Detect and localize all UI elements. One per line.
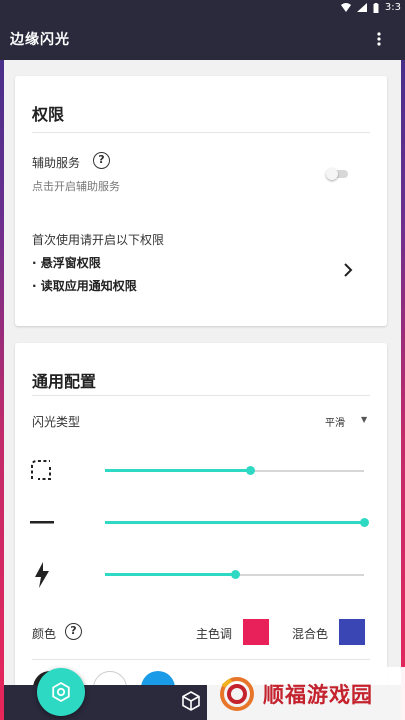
help-icon[interactable]: ? xyxy=(65,623,82,640)
line-width-icon xyxy=(30,521,54,524)
more-vert-icon xyxy=(377,32,381,46)
app-bar: 边缘闪光 xyxy=(0,18,405,60)
divider xyxy=(32,132,370,133)
slider-fill xyxy=(105,573,235,576)
help-icon[interactable]: ? xyxy=(93,152,110,169)
accessibility-service-row[interactable]: 辅助服务 ? 点击开启辅助服务 xyxy=(15,140,387,200)
settings-fab[interactable] xyxy=(37,668,85,716)
flash-speed-slider[interactable] xyxy=(105,567,364,583)
corner-radius-row xyxy=(15,453,387,489)
slider-knob[interactable] xyxy=(360,518,369,527)
more-menu-button[interactable] xyxy=(367,27,391,51)
cube-icon[interactable] xyxy=(182,691,200,711)
first-use-intro: 首次使用请开启以下权限 xyxy=(32,233,165,247)
app-title: 边缘闪光 xyxy=(10,32,70,48)
chevron-right-icon xyxy=(344,263,353,277)
color-label: 颜色 xyxy=(32,627,57,641)
settings-icon xyxy=(52,681,70,703)
accessibility-label: 辅助服务 xyxy=(32,156,81,170)
toggle-thumb xyxy=(326,168,338,180)
permissions-title: 权限 xyxy=(32,105,65,124)
flash-speed-row xyxy=(15,557,387,593)
accessibility-hint: 点击开启辅助服务 xyxy=(32,180,120,193)
clock: 3:3 xyxy=(384,2,401,13)
mix-color-swatch[interactable] xyxy=(339,619,365,645)
color-row: 颜色 ? 主色调 混合色 xyxy=(15,615,387,651)
overlay-permission-item: · 悬浮窗权限 xyxy=(32,256,101,270)
slider-knob[interactable] xyxy=(230,570,240,579)
flash-speed-icon xyxy=(35,562,49,588)
watermark-logo: 顺福游戏园 xyxy=(207,667,405,720)
line-width-row xyxy=(15,505,387,541)
signal-icon xyxy=(356,3,367,12)
notification-permission-item: · 读取应用通知权限 xyxy=(32,279,137,293)
caret-down-icon: ▼ xyxy=(361,415,368,424)
flash-type-value: 平滑 xyxy=(325,418,345,429)
flash-type-row: 闪光类型 平滑 ▼ xyxy=(15,403,387,439)
status-bar: 3:3 xyxy=(0,0,405,18)
general-config-card: 通用配置 闪光类型 平滑 ▼ 颜色 ? 主色调 混合色 xyxy=(15,343,387,688)
watermark-text: 顺福游戏园 xyxy=(263,682,373,707)
mix-color-label: 混合色 xyxy=(292,627,329,641)
divider xyxy=(32,659,370,660)
flash-type-label: 闪光类型 xyxy=(32,415,81,429)
corner-radius-icon xyxy=(31,460,51,480)
primary-color-swatch[interactable] xyxy=(243,619,269,645)
wifi-icon xyxy=(340,3,351,12)
permissions-card: 权限 辅助服务 ? 点击开启辅助服务 首次使用请开启以下权限 · 悬浮窗权限 ·… xyxy=(15,76,387,326)
divider xyxy=(32,395,370,396)
general-config-title: 通用配置 xyxy=(32,372,97,391)
slider-knob[interactable] xyxy=(246,466,256,475)
slider-fill xyxy=(105,521,364,524)
flash-type-dropdown[interactable]: 平滑 ▼ xyxy=(315,409,375,431)
site-logo-icon xyxy=(220,676,254,711)
first-use-permissions-row[interactable]: 首次使用请开启以下权限 · 悬浮窗权限 · 读取应用通知权限 xyxy=(15,220,387,300)
primary-color-label: 主色调 xyxy=(196,627,233,641)
slider-fill xyxy=(105,469,251,472)
battery-icon xyxy=(373,2,379,13)
corner-radius-slider[interactable] xyxy=(105,463,364,479)
line-width-slider[interactable] xyxy=(105,515,369,531)
